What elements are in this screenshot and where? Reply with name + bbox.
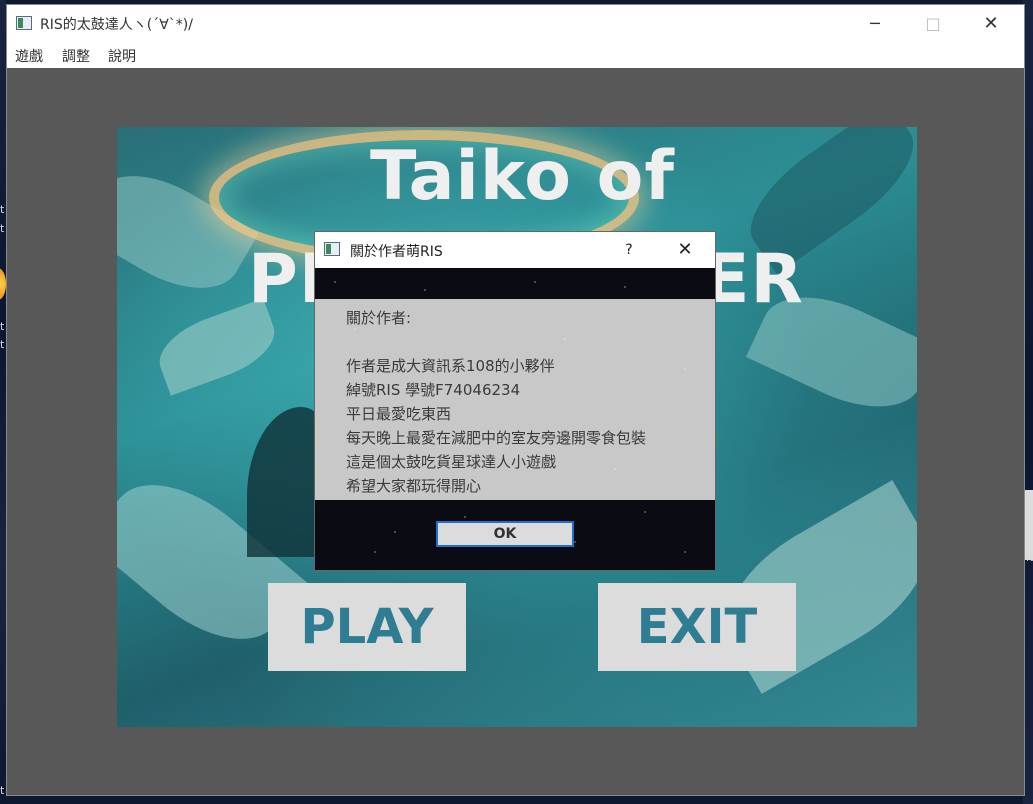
- dialog-text-line: 平日最愛吃東西: [346, 405, 452, 423]
- help-button[interactable]: ?: [615, 232, 643, 268]
- desktop-label-fragment: t: [0, 338, 5, 351]
- dialog-text-line: 作者是成大資訊系108的小夥伴: [346, 357, 555, 375]
- dialog-message-panel: 關於作者: 作者是成大資訊系108的小夥伴 綽號RIS 學號F74046234 …: [315, 299, 715, 500]
- desktop-label-fragment: t: [0, 203, 5, 216]
- close-button[interactable]: ✕: [962, 5, 1020, 43]
- dialog-title: 關於作者萌RIS: [350, 244, 443, 260]
- dialog-text-line: 這是個太鼓吃貨星球達人小遊戲: [346, 453, 557, 471]
- dialog-titlebar[interactable]: 關於作者萌RIS ? ✕: [315, 232, 715, 268]
- desktop-icon-tile: [1025, 490, 1033, 560]
- menu-help[interactable]: 說明: [108, 46, 136, 66]
- menu-game[interactable]: 遊戲: [15, 46, 43, 66]
- window-title: RIS的太鼓達人ヽ(´∀`*)/: [40, 17, 193, 33]
- menu-settings[interactable]: 調整: [62, 46, 90, 66]
- dialog-text-line: 綽號RIS 學號F74046234: [346, 381, 521, 399]
- dialog-close-button[interactable]: ✕: [665, 232, 705, 268]
- game-title-line2-right: ER: [703, 240, 804, 319]
- dialog-text-line: 希望大家都玩得開心: [346, 477, 482, 495]
- desktop-label-fragment: t: [0, 320, 5, 333]
- game-title-line1: Taiko of: [370, 137, 675, 216]
- dialog-heading: 關於作者:: [346, 309, 412, 327]
- desktop-label-fragment: t: [0, 784, 5, 797]
- app-icon: [16, 16, 32, 30]
- window-titlebar[interactable]: RIS的太鼓達人ヽ(´∀`*)/ ─ □ ✕: [7, 5, 1024, 43]
- about-dialog: 關於作者萌RIS ? ✕ 關於作者: 作者是成大資訊系108的小夥伴 綽號RIS…: [314, 231, 716, 571]
- dialog-text-line: 每天晚上最愛在減肥中的室友旁邊開零食包裝: [346, 429, 647, 447]
- play-button[interactable]: PLAY: [268, 583, 466, 671]
- menubar: 遊戲 調整 說明: [7, 43, 1024, 68]
- ok-button[interactable]: OK: [436, 521, 574, 547]
- exit-button[interactable]: EXIT: [598, 583, 796, 671]
- minimize-button[interactable]: ─: [846, 5, 904, 43]
- desktop-label-fragment: t: [0, 222, 5, 235]
- maximize-button[interactable]: □: [904, 5, 962, 43]
- dialog-app-icon: [324, 242, 340, 256]
